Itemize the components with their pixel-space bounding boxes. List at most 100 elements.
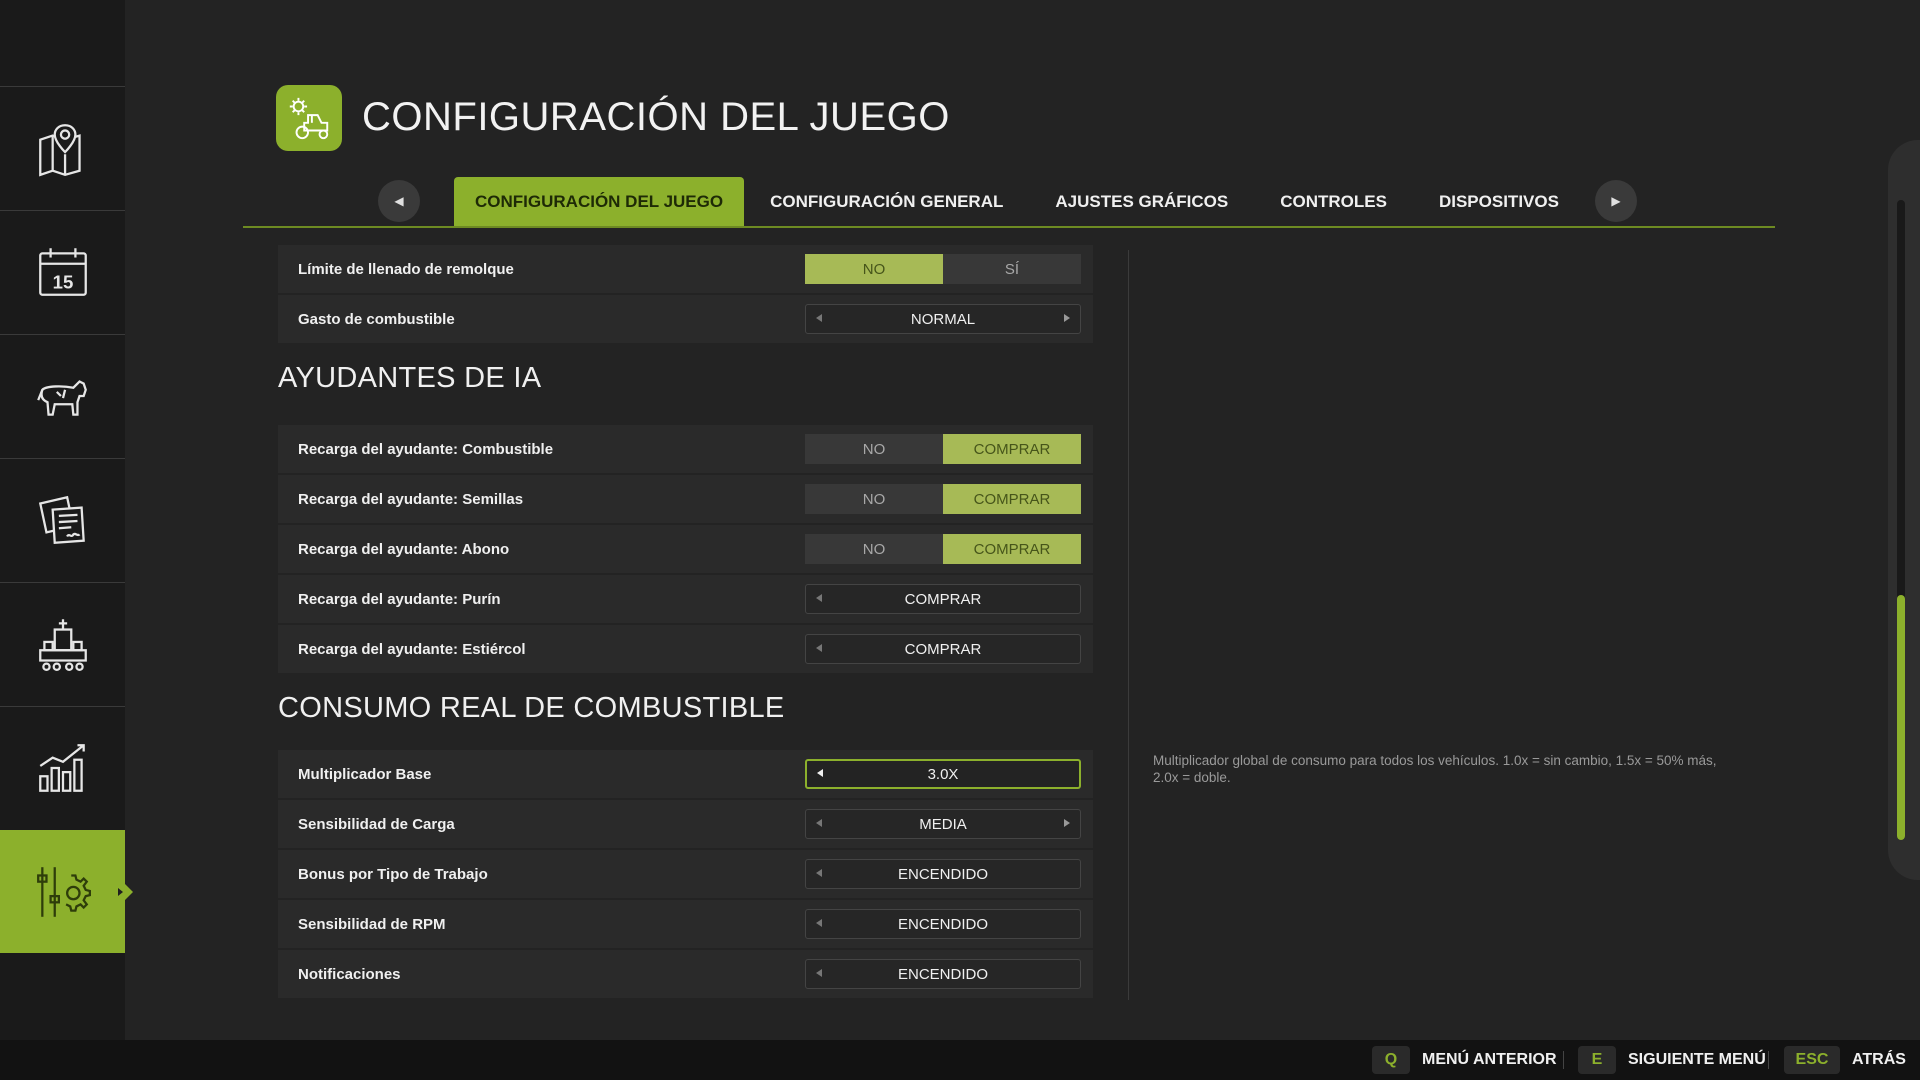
toggle-option-no[interactable]: NO: [805, 254, 943, 284]
sidebar: 15: [0, 0, 133, 1040]
documents-icon: [38, 495, 85, 544]
toggle-option-buy[interactable]: COMPRAR: [943, 534, 1081, 564]
selector-right-arrow-icon[interactable]: [1064, 819, 1070, 827]
setting-row-load-sensitivity: Sensibilidad de Carga MEDIA: [278, 800, 1093, 848]
helper-slurry-selector[interactable]: COMPRAR: [805, 584, 1081, 614]
selector-left-arrow-icon[interactable]: [816, 969, 822, 977]
key-badge: E: [1578, 1046, 1616, 1074]
notifications-selector[interactable]: ENCENDIDO: [805, 959, 1081, 989]
hint-previous-menu[interactable]: Q MENÚ ANTERIOR: [1372, 1046, 1557, 1074]
setting-row-notifications: Notificaciones ENCENDIDO: [278, 950, 1093, 998]
tab-general-settings[interactable]: CONFIGURACIÓN GENERAL: [744, 177, 1029, 227]
tab-graphics-settings[interactable]: AJUSTES GRÁFICOS: [1029, 177, 1254, 227]
sidebar-item-settings[interactable]: [0, 830, 133, 953]
toggle-option-yes[interactable]: SÍ: [943, 254, 1081, 284]
section-title-ai-helpers: AYUDANTES DE IA: [278, 362, 542, 394]
map-pin-icon: [38, 124, 81, 177]
setting-label: Recarga del ayudante: Purín: [298, 590, 501, 608]
calendar-icon: 15: [38, 248, 87, 296]
selector-value: ENCENDIDO: [897, 865, 988, 883]
hint-separator: [1768, 1051, 1769, 1069]
trailer-fill-limit-toggle[interactable]: NO SÍ: [805, 254, 1081, 284]
cow-icon: [36, 380, 87, 416]
selector-value: ENCENDIDO: [897, 965, 988, 983]
active-indicator-arrow: [125, 883, 133, 900]
selector-left-arrow-icon[interactable]: [816, 594, 822, 602]
setting-row-helper-slurry: Recarga del ayudante: Purín COMPRAR: [278, 575, 1093, 623]
setting-label: Gasto de combustible: [298, 310, 455, 328]
setting-row-helper-manure: Recarga del ayudante: Estiércol COMPRAR: [278, 625, 1093, 673]
work-type-bonus-selector[interactable]: ENCENDIDO: [805, 859, 1081, 889]
setting-row-helper-seeds: Recarga del ayudante: Semillas NO COMPRA…: [278, 475, 1093, 523]
settings-sliders-icon: [36, 866, 91, 917]
hint-label: ATRÁS: [1852, 1051, 1906, 1068]
setting-label: Bonus por Tipo de Trabajo: [298, 865, 488, 883]
selector-left-arrow-icon[interactable]: [816, 919, 822, 927]
selector-value: COMPRAR: [904, 590, 982, 608]
sidebar-item-calendar[interactable]: 15: [0, 210, 125, 333]
sidebar-item-statistics[interactable]: [0, 706, 125, 829]
selector-value: NORMAL: [910, 310, 976, 328]
setting-label: Recarga del ayudante: Combustible: [298, 440, 554, 458]
setting-description: Multiplicador global de consumo para tod…: [1153, 753, 1717, 785]
selector-value: MEDIA: [919, 815, 967, 833]
setting-row-fuel-usage: Gasto de combustible NORMAL: [278, 295, 1093, 343]
arrow-left-icon: ◀: [394, 194, 404, 208]
setting-row-helper-fuel: Recarga del ayudante: Combustible NO COM…: [278, 425, 1093, 473]
toggle-option-buy[interactable]: COMPRAR: [943, 484, 1081, 514]
hint-back[interactable]: ESC ATRÁS: [1784, 1046, 1906, 1074]
helper-fertilizer-toggle[interactable]: NO COMPRAR: [805, 534, 1081, 564]
tractor-gear-icon: [289, 97, 329, 140]
arrow-right-icon: ▶: [1611, 194, 1621, 208]
setting-row-work-type-bonus: Bonus por Tipo de Trabajo ENCENDIDO: [278, 850, 1093, 898]
section-title-fuel-consumption: CONSUMO REAL DE COMBUSTIBLE: [278, 692, 785, 724]
load-sensitivity-selector[interactable]: MEDIA: [805, 809, 1081, 839]
selector-value: 3.0X: [927, 765, 959, 783]
setting-row-helper-fertilizer: Recarga del ayudante: Abono NO COMPRAR: [278, 525, 1093, 573]
sidebar-item-map[interactable]: [0, 86, 125, 209]
selector-left-arrow-icon[interactable]: [816, 869, 822, 877]
selector-right-arrow-icon[interactable]: [1064, 314, 1070, 322]
rpm-sensitivity-selector[interactable]: ENCENDIDO: [805, 909, 1081, 939]
sidebar-item-animals[interactable]: [0, 334, 125, 457]
setting-row-trailer-fill-limit: Límite de llenado de remolque NO SÍ: [278, 245, 1093, 293]
setting-label: Multiplicador Base: [298, 765, 432, 783]
setting-row-base-multiplier: Multiplicador Base 3.0X: [278, 750, 1093, 798]
sidebar-item-production[interactable]: [0, 582, 125, 705]
helper-manure-selector[interactable]: COMPRAR: [805, 634, 1081, 664]
setting-label: Sensibilidad de Carga: [298, 815, 455, 833]
scrollbar-thumb[interactable]: [1897, 595, 1905, 840]
toggle-option-no[interactable]: NO: [805, 434, 943, 464]
active-indicator-arrow-inner: [118, 887, 123, 896]
base-multiplier-selector[interactable]: 3.0X: [805, 759, 1081, 789]
fuel-usage-selector[interactable]: NORMAL: [805, 304, 1081, 334]
selector-left-arrow-icon[interactable]: [816, 644, 822, 652]
tab-controls[interactable]: CONTROLES: [1254, 177, 1413, 227]
sidebar-item-contracts[interactable]: [0, 458, 125, 581]
toggle-option-no[interactable]: NO: [805, 534, 943, 564]
selector-left-arrow-icon[interactable]: [816, 819, 822, 827]
setting-label: Sensibilidad de RPM: [298, 915, 446, 933]
key-badge: Q: [1372, 1046, 1410, 1074]
tab-devices[interactable]: DISPOSITIVOS: [1413, 177, 1585, 227]
bar-chart-icon: [38, 744, 85, 792]
toggle-option-no[interactable]: NO: [805, 484, 943, 514]
tab-next-button[interactable]: ▶: [1595, 180, 1637, 222]
selector-value: ENCENDIDO: [897, 915, 988, 933]
helper-seeds-toggle[interactable]: NO COMPRAR: [805, 484, 1081, 514]
page-title: CONFIGURACIÓN DEL JUEGO: [362, 95, 950, 139]
helper-fuel-toggle[interactable]: NO COMPRAR: [805, 434, 1081, 464]
tab-game-settings[interactable]: CONFIGURACIÓN DEL JUEGO: [454, 177, 745, 227]
svg-text:15: 15: [52, 272, 73, 293]
tab-prev-button[interactable]: ◀: [378, 180, 420, 222]
hint-label: SIGUIENTE MENÚ: [1628, 1051, 1766, 1068]
tab-bar: CONFIGURACIÓN DEL JUEGO CONFIGURACIÓN GE…: [454, 177, 1585, 227]
hint-next-menu[interactable]: E SIGUIENTE MENÚ: [1578, 1046, 1766, 1074]
toggle-option-buy[interactable]: COMPRAR: [943, 434, 1081, 464]
hint-separator: [1563, 1051, 1564, 1069]
factory-icon: [38, 619, 87, 671]
selector-left-arrow-icon[interactable]: [816, 314, 822, 322]
selector-left-arrow-icon[interactable]: [817, 769, 823, 777]
page-icon: [276, 85, 342, 151]
key-badge: ESC: [1784, 1046, 1840, 1074]
